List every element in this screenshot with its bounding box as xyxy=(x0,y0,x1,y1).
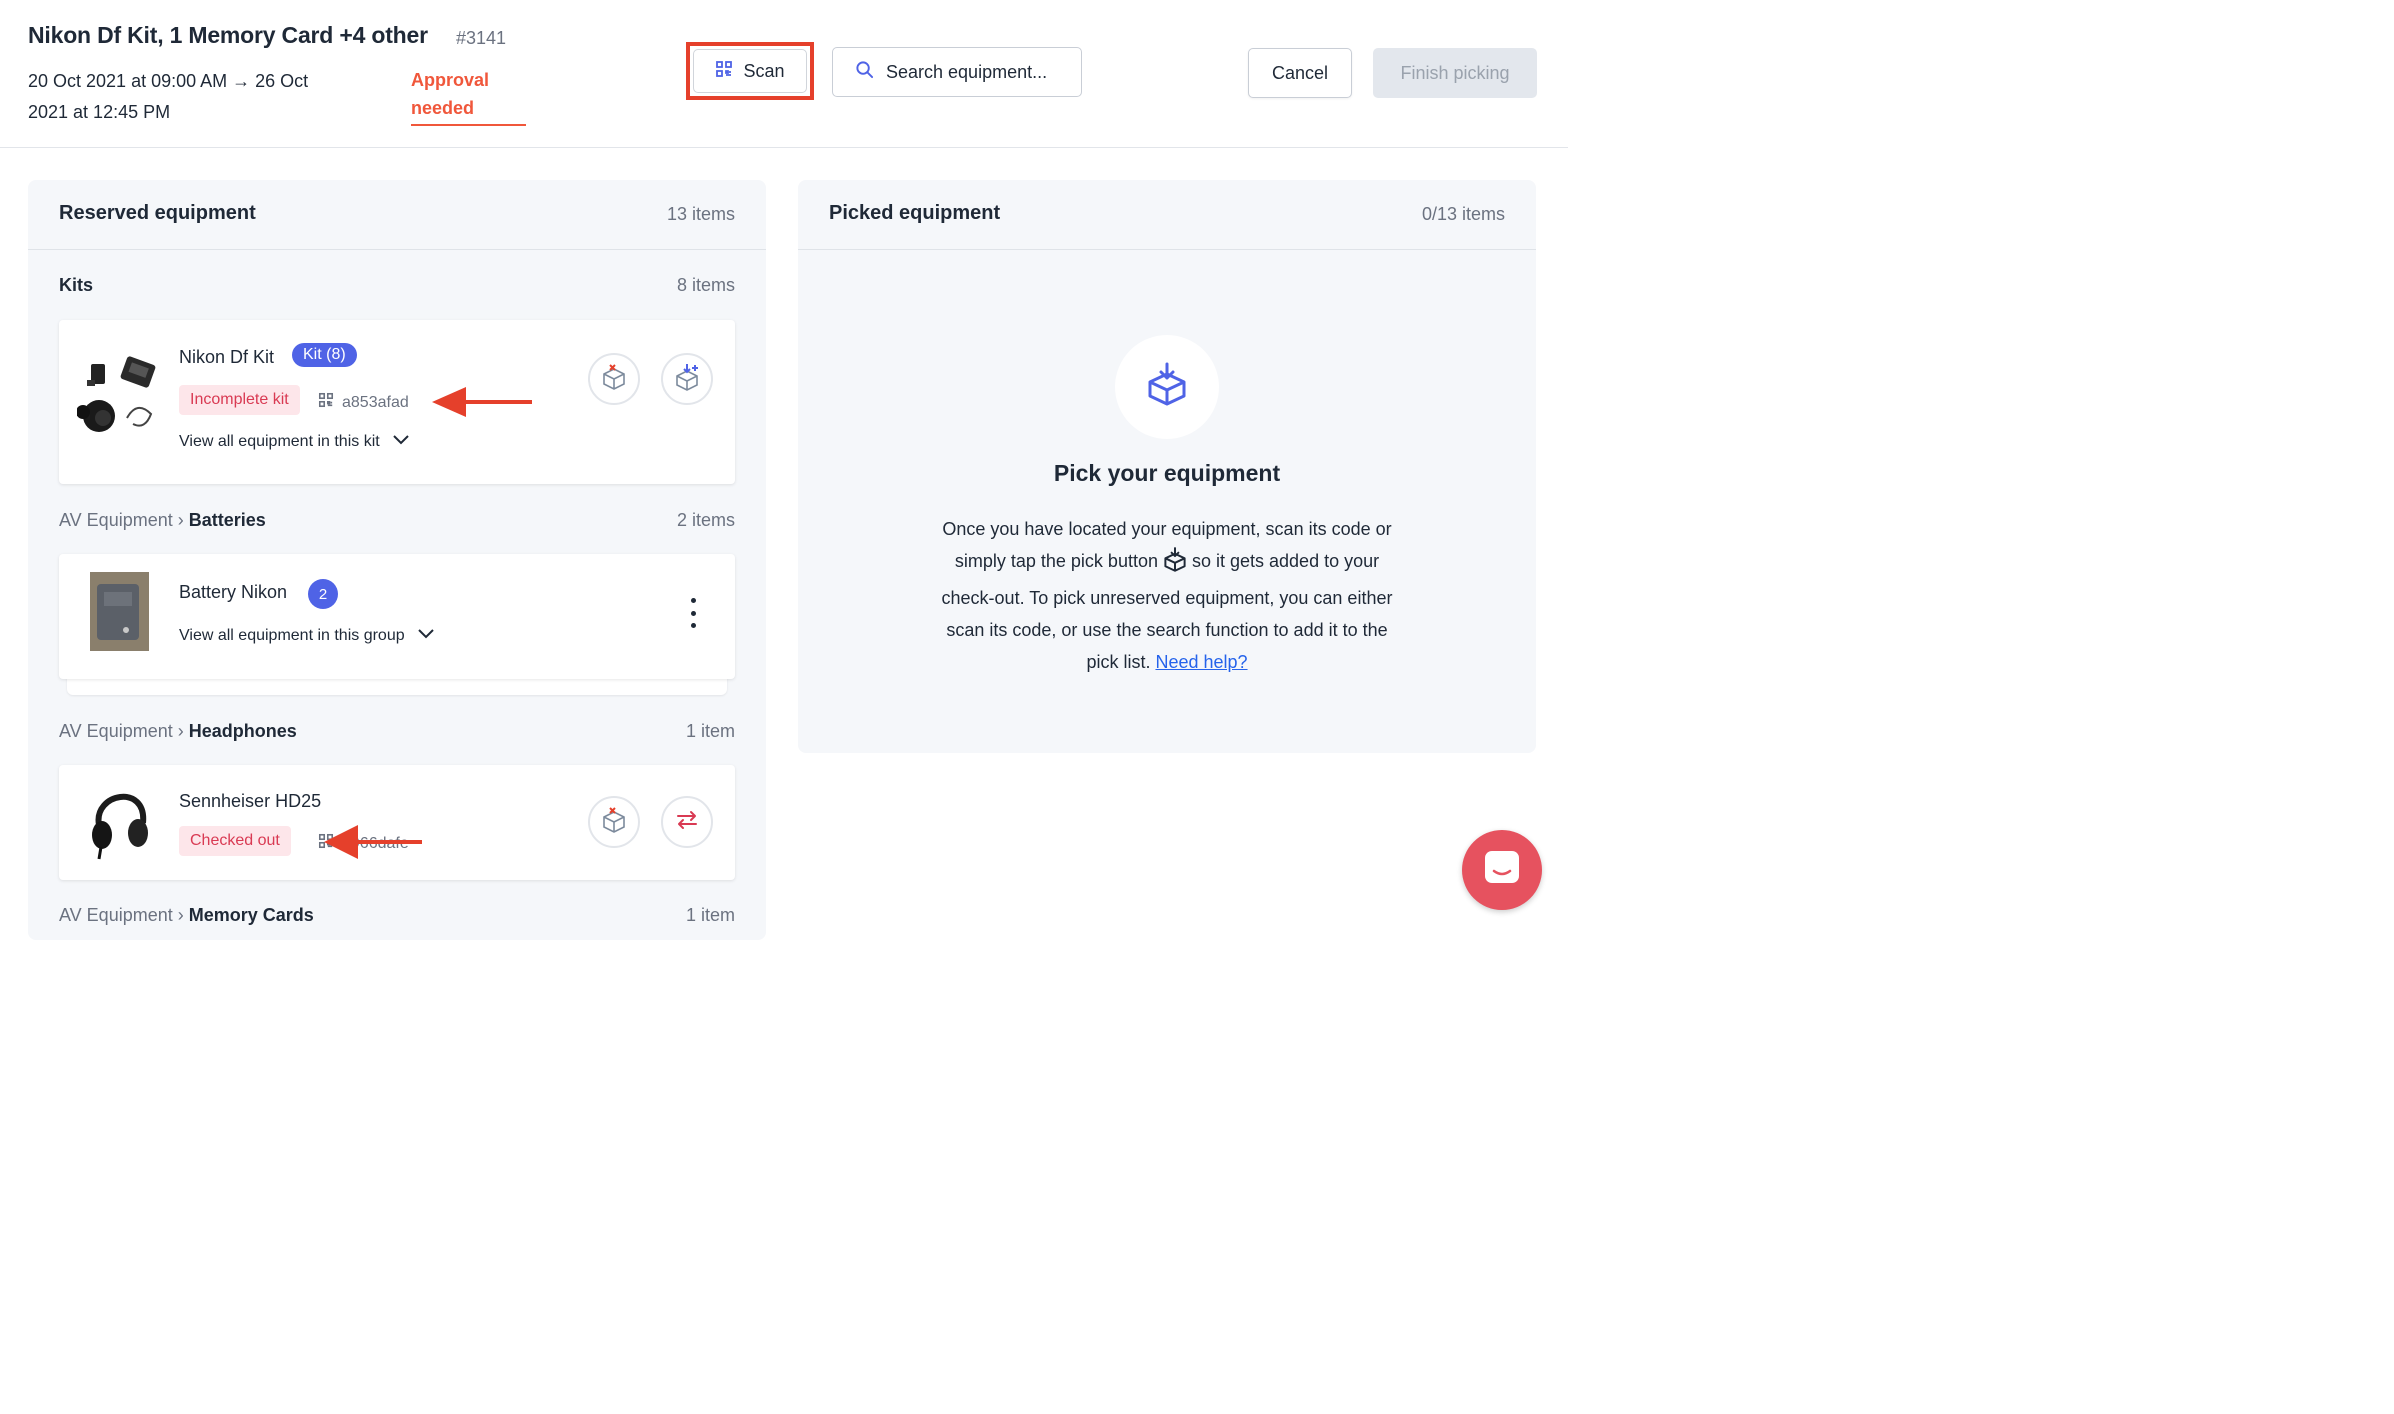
section-category: AV Equipment › xyxy=(59,905,184,925)
status-badge: Incomplete kit xyxy=(179,385,300,415)
chat-widget-button[interactable] xyxy=(1462,830,1542,910)
empty-state-text: Once you have located your equipment, sc… xyxy=(938,514,1396,679)
view-link-label: View all equipment in this group xyxy=(179,627,405,644)
kit-badge: Kit (8) xyxy=(292,343,357,367)
section-label-kits: Kits xyxy=(59,275,93,296)
need-help-link[interactable]: Need help? xyxy=(1155,652,1247,672)
section-category: AV Equipment › xyxy=(59,721,184,741)
qr-code-icon xyxy=(318,392,334,413)
box-remove-icon xyxy=(600,363,628,396)
headphones-thumbnail xyxy=(89,781,151,861)
quantity-badge: 2 xyxy=(308,579,338,609)
header: Nikon Df Kit, 1 Memory Card +4 other #31… xyxy=(0,0,1568,148)
qr-code-icon xyxy=(715,60,733,83)
approval-status-link[interactable]: Approval needed xyxy=(411,66,526,126)
chevron-down-icon xyxy=(417,627,435,645)
pick-kit-button[interactable] xyxy=(661,353,713,405)
unpick-button[interactable] xyxy=(588,796,640,848)
section-name: Batteries xyxy=(188,510,266,530)
box-download-icon xyxy=(1144,362,1190,413)
reserved-panel-title: Reserved equipment xyxy=(59,202,256,224)
picked-panel-header: Picked equipment 0/13 items xyxy=(798,180,1536,250)
date-range: 20 Oct 2021 at 09:00 AM → 26 Oct 2021 at… xyxy=(28,71,309,122)
view-kit-equipment-link[interactable]: View all equipment in this kit xyxy=(179,433,410,451)
search-equipment-button[interactable]: Search equipment... xyxy=(832,47,1082,97)
red-arrow-annotation xyxy=(324,825,424,864)
item-code: a853afad xyxy=(318,392,409,413)
box-remove-icon xyxy=(600,806,628,839)
page-title: Nikon Df Kit, 1 Memory Card +4 other xyxy=(28,22,428,48)
section-count-kits: 8 items xyxy=(676,275,735,295)
picked-panel-title: Picked equipment xyxy=(829,202,1001,224)
empty-state-illustration xyxy=(1115,335,1219,439)
section-count-headphones: 1 item xyxy=(685,721,735,741)
unpick-button[interactable] xyxy=(588,353,640,405)
box-download-icon xyxy=(1162,546,1188,584)
picked-equipment-panel: Picked equipment 0/13 items Pick your eq… xyxy=(798,180,1536,753)
red-arrow-annotation xyxy=(432,387,534,422)
item-code-value: a853afad xyxy=(342,393,409,411)
reserved-equipment-panel: Reserved equipment 13 items Kits 8 items… xyxy=(28,180,766,940)
section-name: Kits xyxy=(59,275,94,295)
item-name: Nikon Df Kit xyxy=(179,347,275,367)
item-name: Sennheiser HD25 xyxy=(179,791,322,811)
section-label-batteries: AV Equipment › Batteries xyxy=(59,510,266,531)
swap-button[interactable] xyxy=(661,796,713,848)
status-badge: Checked out xyxy=(179,826,291,856)
view-group-equipment-link[interactable]: View all equipment in this group xyxy=(179,627,435,645)
section-count-memory-cards: 1 item xyxy=(685,905,735,925)
reserved-panel-header: Reserved equipment 13 items xyxy=(28,180,766,250)
search-equipment-label: Search equipment... xyxy=(886,61,1048,82)
scan-button-label: Scan xyxy=(743,60,785,81)
box-pick-icon xyxy=(673,363,701,396)
chat-icon xyxy=(1482,848,1522,893)
more-options-icon[interactable] xyxy=(683,598,703,628)
finish-picking-button[interactable]: Finish picking xyxy=(1373,48,1537,98)
swap-arrows-icon xyxy=(675,808,699,837)
section-name: Memory Cards xyxy=(188,905,314,925)
battery-group-card[interactable]: Battery Nikon 2 View all equipment in th… xyxy=(59,554,735,679)
section-label-memory-cards: AV Equipment › Memory Cards xyxy=(59,905,314,926)
section-name: Headphones xyxy=(188,721,297,741)
battery-thumbnail xyxy=(90,572,149,651)
kit-card[interactable]: Nikon Df Kit Kit (8) Incomplete kit a853… xyxy=(59,320,735,484)
section-count-batteries: 2 items xyxy=(676,510,735,530)
item-name: Battery Nikon xyxy=(179,582,288,602)
section-category: AV Equipment › xyxy=(59,510,184,530)
order-number: #3141 xyxy=(456,28,507,48)
search-icon xyxy=(855,60,874,84)
chevron-down-icon xyxy=(392,433,410,451)
section-label-headphones: AV Equipment › Headphones xyxy=(59,721,297,742)
reserved-panel-count: 13 items xyxy=(666,204,735,224)
view-link-label: View all equipment in this kit xyxy=(179,433,380,450)
cancel-button[interactable]: Cancel xyxy=(1248,48,1352,98)
empty-state-title: Pick your equipment xyxy=(1053,460,1281,486)
camera-kit-thumbnail xyxy=(76,356,159,436)
picked-panel-count: 0/13 items xyxy=(1421,204,1505,224)
scan-button[interactable]: Scan xyxy=(693,49,807,93)
